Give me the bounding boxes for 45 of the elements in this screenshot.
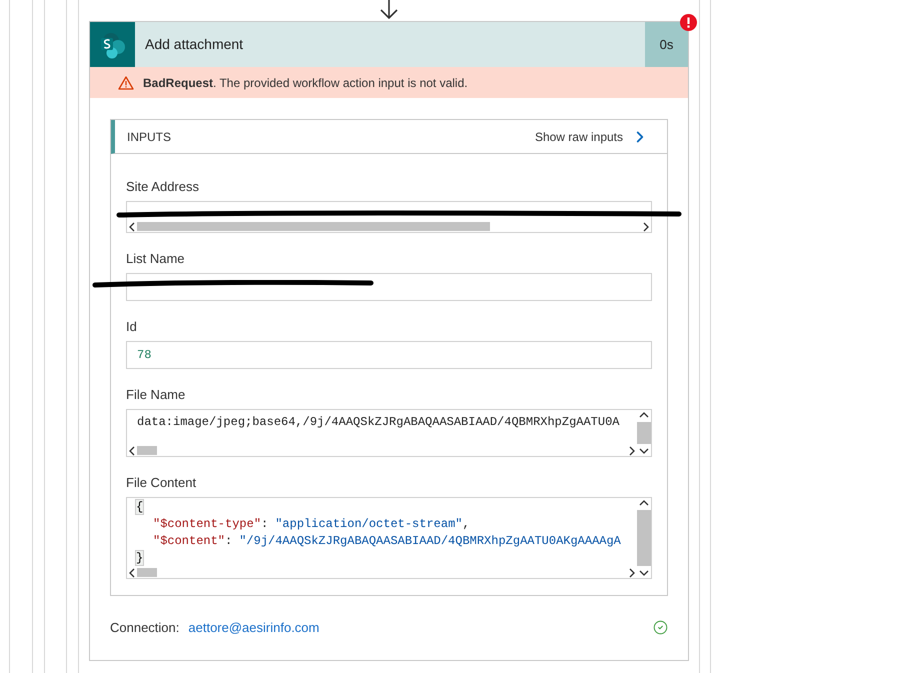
duration-badge: 0s: [645, 22, 688, 67]
field-label: List Name: [126, 251, 186, 266]
scroll-left-icon[interactable]: [127, 446, 137, 456]
inputs-heading: INPUTS: [127, 128, 172, 146]
warning-icon: [118, 76, 134, 90]
json-value: "/9j/4AAQSkZJRgABAQAASABIAAD/4QBMRXhpZgAATU0AKgAAAAgA: [239, 533, 621, 550]
scroll-up-icon[interactable]: [639, 498, 649, 508]
scroll-left-icon[interactable]: [127, 568, 137, 578]
error-message: BadRequest. The provided workflow action input is not valid.: [143, 74, 468, 92]
input-field[interactable]: { "$content-type": "application/octet-stream", "$content": "/9j/4AAQSkZJRgABAQAASABIAAD/4QBMRXhpZgAATU0AKgAAAAgA }: [126, 497, 652, 579]
json-colon: :: [261, 516, 270, 533]
field-label: File Content: [126, 475, 198, 490]
scroll-up-icon[interactable]: [639, 410, 649, 420]
input-field[interactable]: [126, 273, 652, 301]
json-colon: :: [225, 533, 234, 550]
input-field[interactable]: 78: [126, 341, 652, 369]
scrollbar-thumb[interactable]: [137, 446, 157, 455]
field-label: Id: [126, 319, 138, 334]
scroll-down-icon[interactable]: [639, 446, 649, 456]
json-comma: ,: [462, 516, 470, 533]
json-key: "$content-type": [153, 516, 262, 533]
down-arrow-icon: [379, 0, 399, 20]
brace: }: [135, 550, 144, 566]
field-label: File Name: [126, 387, 186, 402]
scroll-right-icon[interactable]: [627, 568, 637, 578]
field-value: 78: [137, 348, 152, 362]
scrollbar-thumb[interactable]: [637, 510, 651, 566]
json-key: "$content": [153, 533, 226, 550]
action-title: Add attachment: [145, 35, 244, 54]
scroll-right-icon[interactable]: [627, 446, 637, 456]
json-value: "application/octet-stream": [275, 516, 462, 533]
scroll-right-icon[interactable]: [641, 222, 651, 232]
scroll-left-icon[interactable]: [127, 222, 137, 232]
input-field[interactable]: data:image/jpeg;base64,/9j/4AAQSkZJRgABAQAASABIAAD/4QBMRXhpZgAATU0A: [126, 409, 652, 457]
connection-account-link[interactable]: aettore@aesirinfo.com: [188, 618, 320, 638]
field-value: data:image/jpeg;base64,/9j/4AAQSkZJRgABAQAASABIAAD/4QBMRXhpZgAATU0A: [137, 415, 620, 429]
scrollbar-thumb[interactable]: [137, 222, 490, 231]
scrollbar-thumb[interactable]: [137, 568, 157, 577]
show-raw-inputs-link[interactable]: Show raw inputs: [534, 128, 649, 146]
connection-label: Connection:: [110, 619, 180, 637]
scrollbar-thumb[interactable]: [637, 422, 651, 444]
scroll-down-icon[interactable]: [639, 568, 649, 578]
field-label: Site Address: [126, 179, 200, 194]
brace: {: [135, 499, 144, 515]
action-header[interactable]: Add attachment: [135, 22, 645, 67]
